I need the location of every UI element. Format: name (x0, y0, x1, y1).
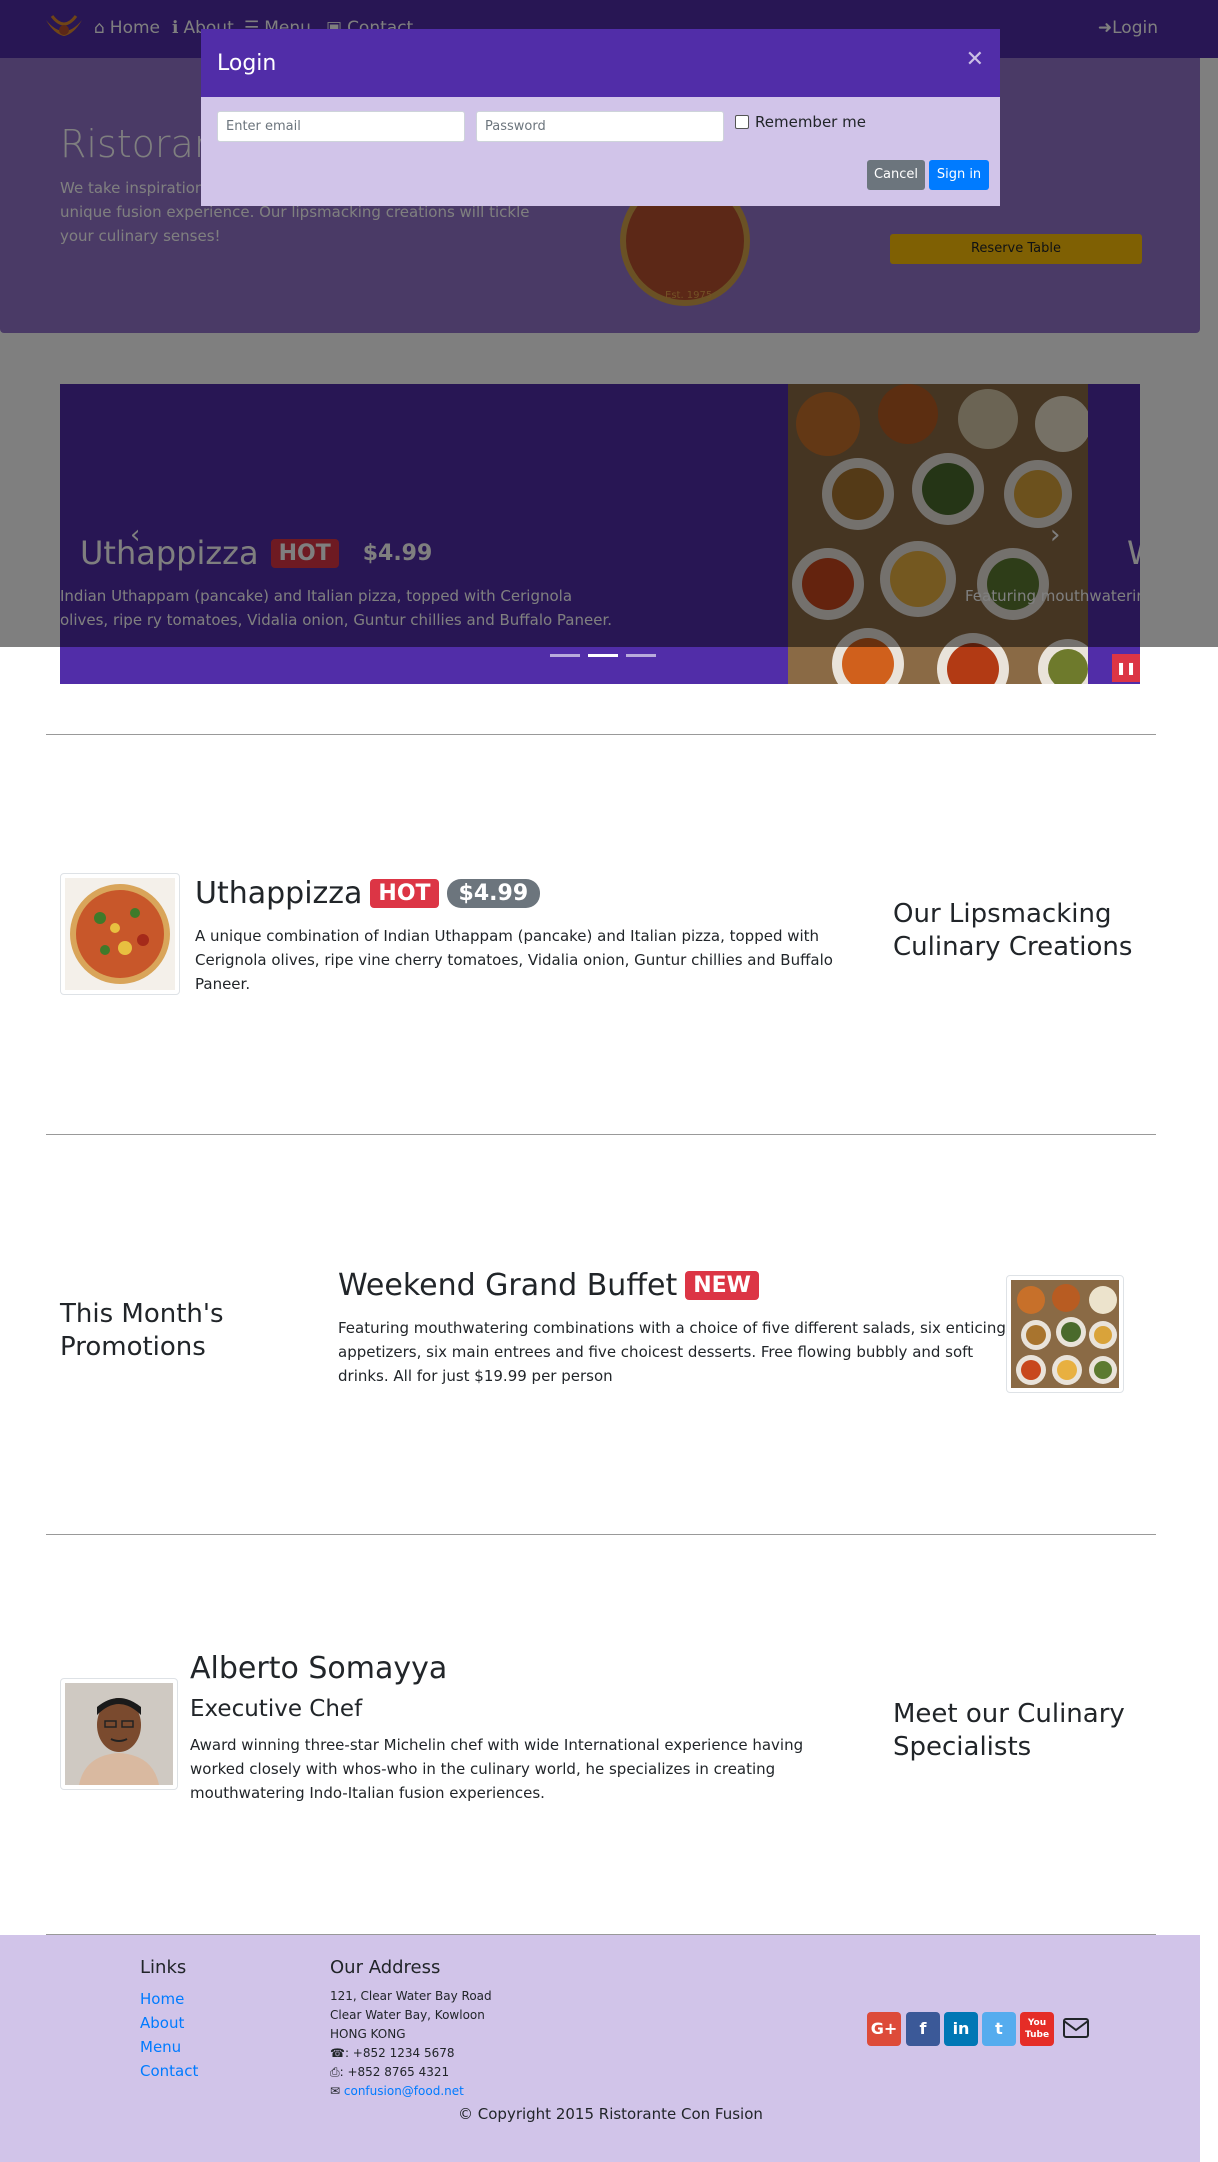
footer-email: ✉ confusion@food.net (330, 2082, 464, 2101)
google-plus-icon[interactable]: G+ (867, 2012, 901, 2046)
carousel-indicators (550, 654, 656, 657)
leader-section-heading: Meet our Culinary Specialists (893, 1699, 1125, 1762)
dish-thumbnail (60, 873, 180, 995)
pause-icon[interactable]: ❚❚ (1112, 654, 1140, 682)
twitter-icon[interactable]: t (982, 2012, 1016, 2046)
carousel-indicator[interactable] (550, 654, 580, 657)
leader-description: Award winning three-star Michelin chef w… (190, 1736, 804, 1802)
password-field[interactable]: Password (476, 111, 724, 142)
phone-icon: ☎ (330, 2046, 345, 2060)
youtube-icon[interactable]: You Tube (1020, 2012, 1054, 2046)
remember-label: Remember me (755, 113, 866, 131)
leader-designation: Executive Chef (190, 1696, 363, 1722)
sign-in-button[interactable]: Sign in (929, 160, 989, 190)
footer-fax: ⎙: +852 8765 4321 (330, 2063, 449, 2082)
dish-description: A unique combination of Indian Uthappam … (195, 927, 833, 993)
envelope-icon: ✉ (330, 2084, 341, 2098)
footer-links-heading: Links (140, 1957, 187, 1978)
leader-thumbnail (60, 1678, 178, 1790)
mail-icon[interactable] (1062, 2017, 1090, 2039)
modal-title: Login (217, 51, 277, 76)
promotion-section-heading: This Month's Promotions (60, 1299, 224, 1362)
address-line: Clear Water Bay, Kowloon (330, 2008, 485, 2022)
login-modal: Login ✕ Enter email Password Remember me… (201, 29, 1000, 206)
pizza-image (65, 878, 175, 990)
new-badge: NEW (685, 1271, 759, 1300)
hot-badge: HOT (370, 879, 439, 908)
footer-link-menu[interactable]: Menu (140, 2038, 181, 2056)
footer-link-contact[interactable]: Contact (140, 2062, 198, 2080)
divider (46, 1534, 1156, 1535)
promotion-thumbnail (1006, 1275, 1124, 1393)
fax-number: : +852 8765 4321 (339, 2065, 450, 2079)
fax-icon: ⎙ (330, 2065, 340, 2079)
promotion-name: Weekend Grand Buffet (338, 1268, 678, 1303)
chef-photo (65, 1683, 173, 1785)
divider (46, 734, 1156, 735)
footer-link-about[interactable]: About (140, 2014, 184, 2032)
dish-name: Uthappizza (195, 876, 363, 911)
dish-heading: Uthappizza HOT $4.99 (195, 876, 541, 911)
phone-number: : +852 1234 5678 (344, 2046, 455, 2060)
address-line: 121, Clear Water Bay Road (330, 1989, 492, 2003)
carousel-indicator[interactable] (626, 654, 656, 657)
modal-header: Login ✕ (201, 29, 1000, 97)
footer-link-home[interactable]: Home (140, 1990, 184, 2008)
buffet-thumbnail-image (1011, 1280, 1119, 1388)
close-icon[interactable]: ✕ (966, 47, 984, 72)
divider (46, 1134, 1156, 1135)
footer-phone: ☎: +852 1234 5678 (330, 2044, 454, 2063)
promotion-description: Featuring mouthwatering combinations wit… (338, 1319, 1006, 1385)
email-link[interactable]: confusion@food.net (344, 2084, 464, 2098)
linkedin-icon[interactable]: in (944, 2012, 978, 2046)
cancel-button[interactable]: Cancel (867, 160, 925, 190)
dish-section-heading: Our Lipsmacking Culinary Creations (893, 899, 1133, 962)
facebook-icon[interactable]: f (906, 2012, 940, 2046)
carousel-indicator-active[interactable] (588, 654, 618, 657)
copyright: © Copyright 2015 Ristorante Con Fusion (458, 2105, 763, 2123)
remember-checkbox[interactable] (735, 115, 749, 129)
footer-address-heading: Our Address (330, 1957, 441, 1978)
promotion-heading: Weekend Grand Buffet NEW (338, 1268, 759, 1303)
address-line: HONG KONG (330, 2027, 406, 2041)
leader-name: Alberto Somayya (190, 1651, 448, 1686)
email-field[interactable]: Enter email (217, 111, 465, 142)
price-badge: $4.99 (446, 879, 541, 908)
